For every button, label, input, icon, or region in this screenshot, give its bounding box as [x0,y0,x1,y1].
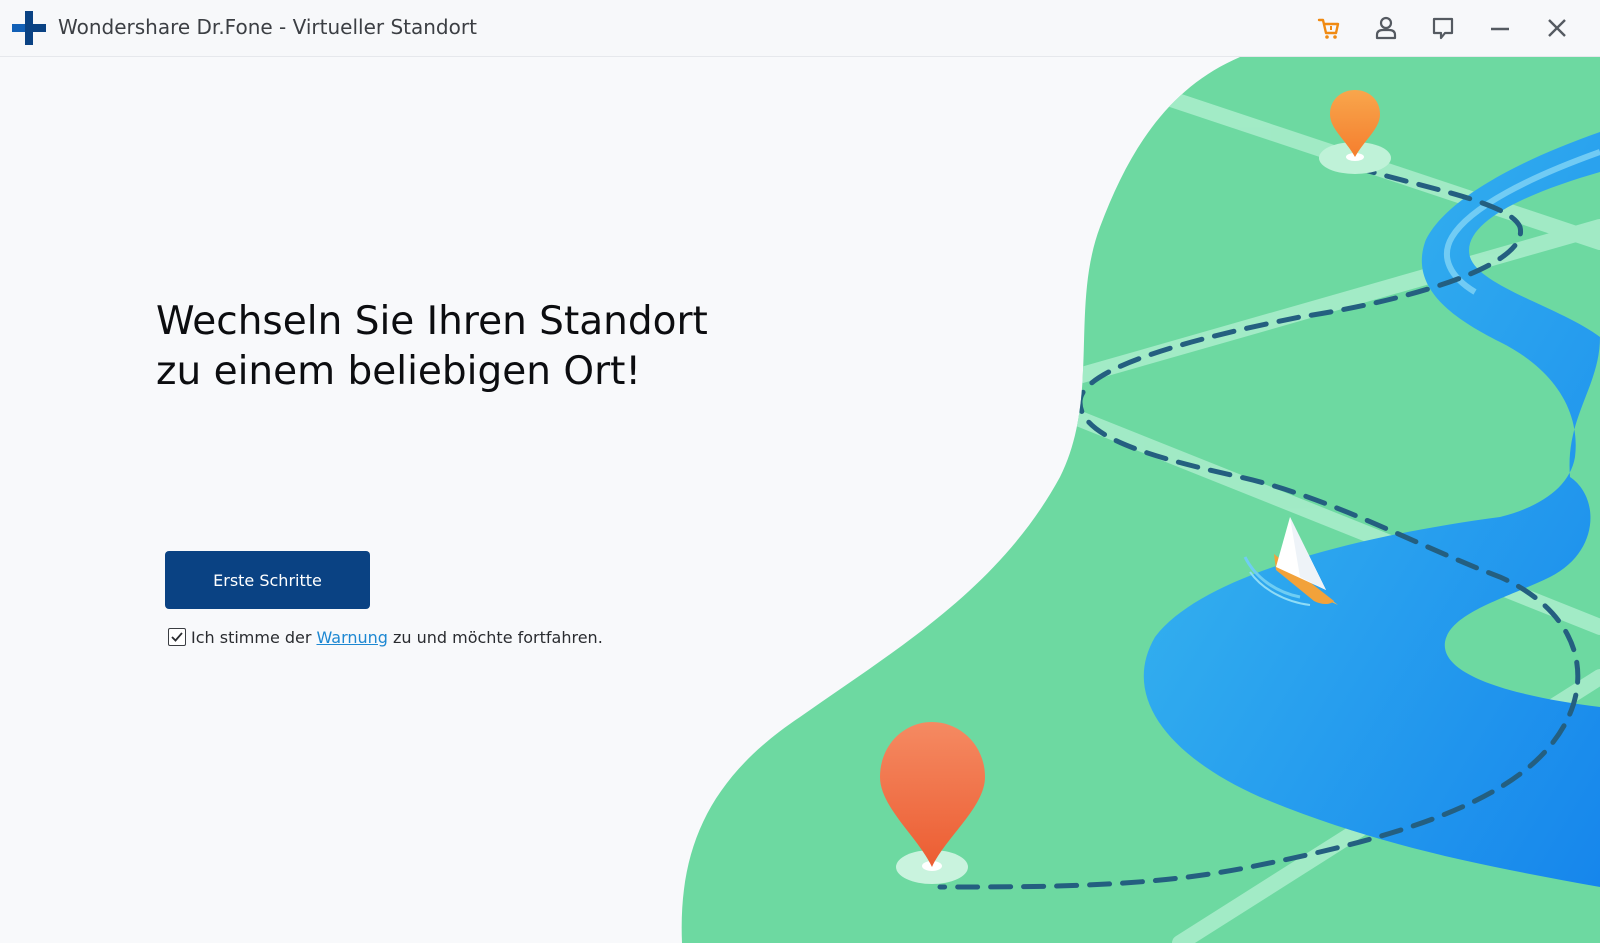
get-started-button[interactable]: Erste Schritte [165,551,370,609]
consent-row: Ich stimme der Warnung zu und möchte for… [168,625,603,649]
close-button[interactable] [1543,14,1571,42]
minimize-button[interactable] [1486,14,1514,42]
headline-line-1: Wechseln Sie Ihren Standort [156,299,708,344]
consent-text-before: Ich stimme der [191,627,312,647]
app-logo-icon [12,11,46,45]
account-button[interactable] [1372,14,1400,42]
title-bar: Wondershare Dr.Fone - Virtueller Standor… [0,0,1600,57]
window-title: Wondershare Dr.Fone - Virtueller Standor… [58,15,477,39]
cart-button[interactable] [1315,14,1343,42]
feedback-icon [1432,17,1454,40]
consent-checkbox[interactable] [168,628,186,646]
headline-line-2: zu einem beliebigen Ort! [156,349,642,394]
minimize-icon [1491,27,1509,31]
feedback-button[interactable] [1429,14,1457,42]
consent-text-after: zu und möchte fortfahren. [392,627,603,647]
user-icon [1375,16,1397,40]
warning-link[interactable]: Warnung [316,628,387,647]
checkmark-icon [171,632,183,642]
map-illustration [681,57,1600,943]
cart-icon [1317,18,1340,39]
main-content: Wechseln Sie Ihren Standort zu einem bel… [0,57,1600,943]
close-icon [1548,19,1566,37]
page-headline: Wechseln Sie Ihren Standort zu einem bel… [156,297,708,397]
